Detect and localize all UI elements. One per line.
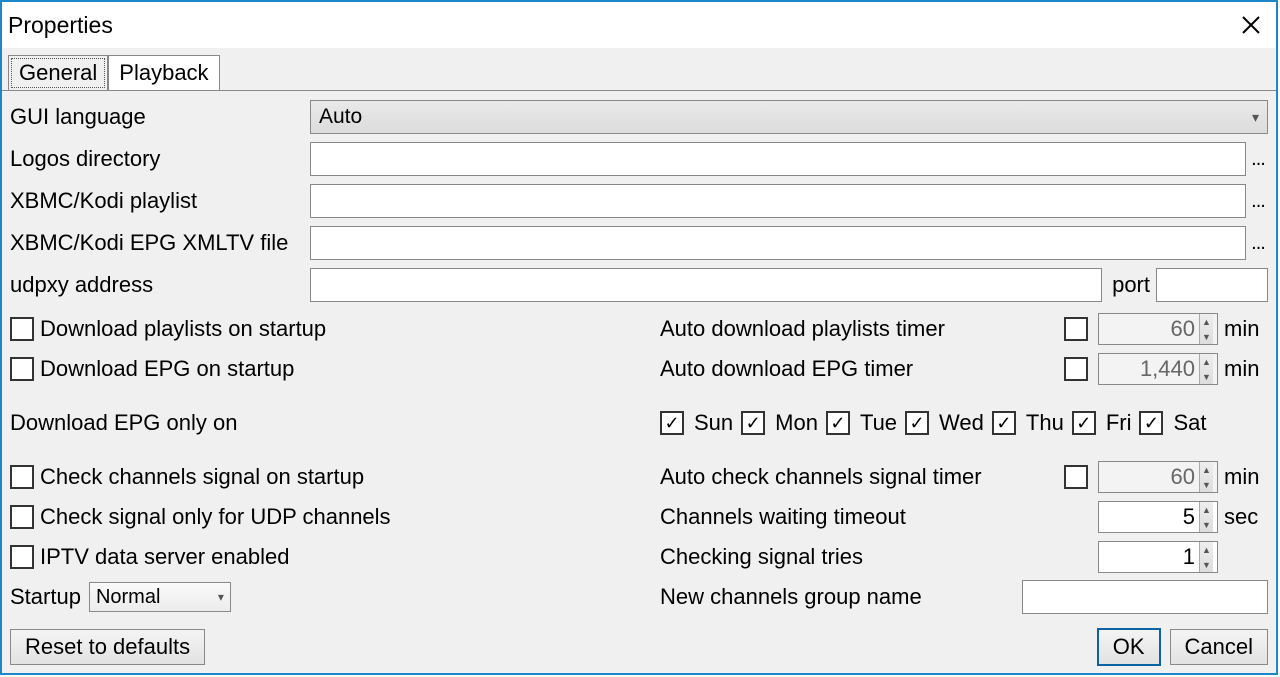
day-fri-checkbox[interactable] bbox=[1072, 411, 1096, 435]
download-epg-only-on-label: Download EPG only on bbox=[10, 410, 237, 436]
ok-button[interactable]: OK bbox=[1098, 629, 1160, 665]
auto-check-signal-timer-checkbox[interactable] bbox=[1064, 465, 1088, 489]
download-playlists-checkbox[interactable] bbox=[10, 317, 34, 341]
auto-check-signal-timer-value: 60 bbox=[1171, 464, 1195, 490]
kodi-playlist-label: XBMC/Kodi playlist bbox=[10, 188, 310, 214]
tab-panel-general: GUI language Auto ▾ Logos directory ... … bbox=[2, 90, 1276, 625]
kodi-epg-input[interactable] bbox=[310, 226, 1246, 260]
day-sat-label: Sat bbox=[1173, 410, 1206, 436]
checking-tries-value: 1 bbox=[1183, 544, 1195, 570]
checking-tries-spinner[interactable]: 1 ▲▼ bbox=[1098, 541, 1218, 573]
channels-wait-timeout-label: Channels waiting timeout bbox=[660, 504, 1098, 530]
download-epg-label: Download EPG on startup bbox=[40, 356, 294, 382]
unit-min: min bbox=[1224, 464, 1268, 490]
check-signal-startup-checkbox[interactable] bbox=[10, 465, 34, 489]
auto-dl-epg-timer-value: 1,440 bbox=[1140, 356, 1195, 382]
channels-wait-timeout-value: 5 bbox=[1183, 504, 1195, 530]
startup-combo[interactable]: Normal ▾ bbox=[89, 582, 231, 612]
udpxy-address-input[interactable] bbox=[310, 268, 1102, 302]
udpxy-port-input[interactable] bbox=[1156, 268, 1268, 302]
chevron-down-icon: ▾ bbox=[218, 590, 224, 604]
check-signal-startup-label: Check channels signal on startup bbox=[40, 464, 364, 490]
spinner-arrows-icon: ▲▼ bbox=[1199, 502, 1213, 532]
day-thu-checkbox[interactable] bbox=[992, 411, 1016, 435]
kodi-epg-label: XBMC/Kodi EPG XMLTV file bbox=[10, 230, 310, 256]
spinner-arrows-icon: ▲▼ bbox=[1199, 462, 1213, 492]
auto-dl-epg-timer-label: Auto download EPG timer bbox=[660, 356, 1054, 382]
download-playlists-label: Download playlists on startup bbox=[40, 316, 326, 342]
check-signal-udp-checkbox[interactable] bbox=[10, 505, 34, 529]
tab-playback[interactable]: Playback bbox=[108, 55, 219, 91]
udpxy-label: udpxy address bbox=[10, 272, 310, 298]
reset-defaults-button[interactable]: Reset to defaults bbox=[10, 629, 205, 665]
logos-dir-label: Logos directory bbox=[10, 146, 310, 172]
unit-sec: sec bbox=[1224, 504, 1268, 530]
channels-wait-timeout-spinner[interactable]: 5 ▲▼ bbox=[1098, 501, 1218, 533]
gui-language-combo[interactable]: Auto ▾ bbox=[310, 100, 1268, 134]
new-group-input[interactable] bbox=[1022, 580, 1268, 614]
kodi-playlist-browse-button[interactable]: ... bbox=[1248, 190, 1268, 213]
day-sat-checkbox[interactable] bbox=[1139, 411, 1163, 435]
day-mon-label: Mon bbox=[775, 410, 818, 436]
window-title: Properties bbox=[8, 12, 113, 39]
iptv-server-label: IPTV data server enabled bbox=[40, 544, 289, 570]
auto-dl-epg-timer-checkbox[interactable] bbox=[1064, 357, 1088, 381]
iptv-server-checkbox[interactable] bbox=[10, 545, 34, 569]
logos-dir-browse-button[interactable]: ... bbox=[1248, 148, 1268, 171]
startup-label: Startup bbox=[10, 584, 81, 610]
kodi-epg-browse-button[interactable]: ... bbox=[1248, 232, 1268, 255]
checking-tries-label: Checking signal tries bbox=[660, 544, 1098, 570]
startup-value: Normal bbox=[96, 586, 160, 609]
auto-dl-playlists-timer-spinner[interactable]: 60 ▲▼ bbox=[1098, 313, 1218, 345]
download-epg-checkbox[interactable] bbox=[10, 357, 34, 381]
logos-dir-input[interactable] bbox=[310, 142, 1246, 176]
spinner-arrows-icon: ▲▼ bbox=[1199, 354, 1213, 384]
kodi-playlist-input[interactable] bbox=[310, 184, 1246, 218]
auto-check-signal-timer-spinner[interactable]: 60 ▲▼ bbox=[1098, 461, 1218, 493]
day-wed-checkbox[interactable] bbox=[905, 411, 929, 435]
tabstrip: General Playback bbox=[2, 48, 1276, 90]
spinner-arrows-icon: ▲▼ bbox=[1199, 542, 1213, 572]
day-wed-label: Wed bbox=[939, 410, 984, 436]
properties-dialog: Properties General Playback GUI language… bbox=[0, 0, 1278, 675]
spinner-arrows-icon: ▲▼ bbox=[1199, 314, 1213, 344]
tab-general[interactable]: General bbox=[8, 55, 108, 91]
chevron-down-icon: ▾ bbox=[1252, 109, 1259, 126]
close-button[interactable] bbox=[1236, 10, 1266, 40]
day-tue-checkbox[interactable] bbox=[826, 411, 850, 435]
udpxy-port-label: port bbox=[1112, 272, 1150, 298]
day-mon-checkbox[interactable] bbox=[741, 411, 765, 435]
unit-min: min bbox=[1224, 316, 1268, 342]
check-signal-udp-label: Check signal only for UDP channels bbox=[40, 504, 391, 530]
new-group-label: New channels group name bbox=[660, 584, 1022, 610]
dialog-footer: Reset to defaults OK Cancel bbox=[2, 625, 1276, 673]
unit-min: min bbox=[1224, 356, 1268, 382]
day-sun-checkbox[interactable] bbox=[660, 411, 684, 435]
auto-check-signal-timer-label: Auto check channels signal timer bbox=[660, 464, 1054, 490]
auto-dl-playlists-timer-checkbox[interactable] bbox=[1064, 317, 1088, 341]
close-icon bbox=[1241, 15, 1261, 35]
gui-language-value: Auto bbox=[319, 105, 362, 129]
auto-dl-epg-timer-spinner[interactable]: 1,440 ▲▼ bbox=[1098, 353, 1218, 385]
gui-language-label: GUI language bbox=[10, 104, 310, 130]
day-sun-label: Sun bbox=[694, 410, 733, 436]
day-thu-label: Thu bbox=[1026, 410, 1064, 436]
cancel-button[interactable]: Cancel bbox=[1170, 629, 1268, 665]
day-tue-label: Tue bbox=[860, 410, 897, 436]
day-fri-label: Fri bbox=[1106, 410, 1132, 436]
titlebar: Properties bbox=[2, 2, 1276, 48]
auto-dl-playlists-timer-value: 60 bbox=[1171, 316, 1195, 342]
auto-dl-playlists-timer-label: Auto download playlists timer bbox=[660, 316, 1054, 342]
